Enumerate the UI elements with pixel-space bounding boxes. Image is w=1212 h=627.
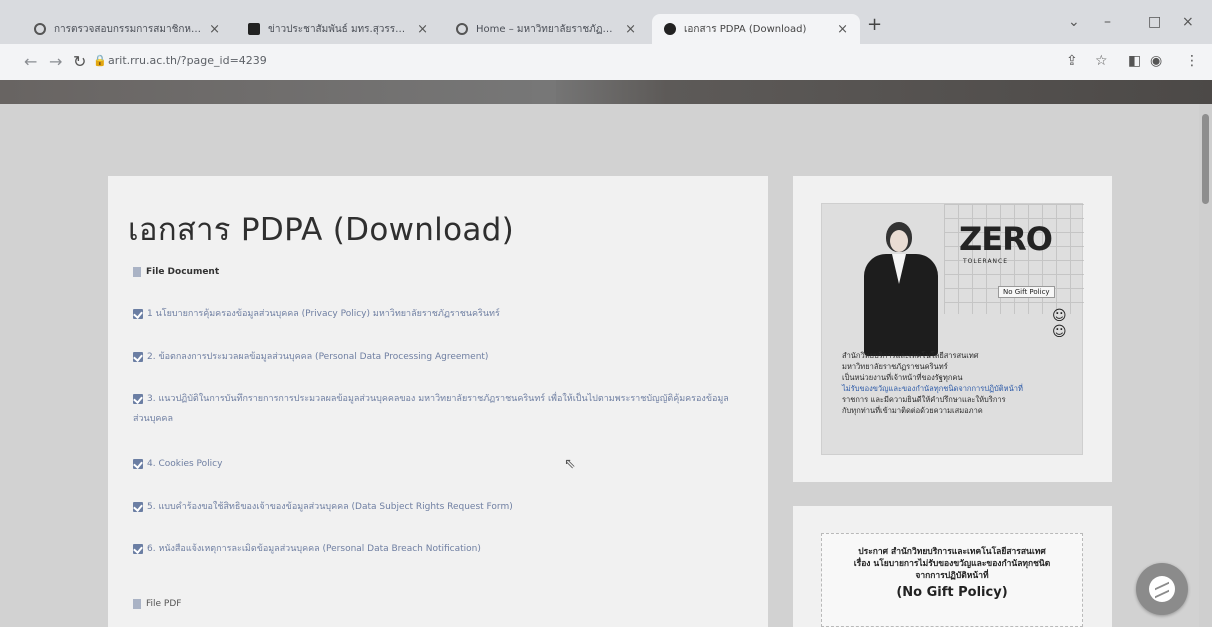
- checkbox-icon: [133, 501, 143, 512]
- tab-title: ข่าวประชาสัมพันธ์ มทร.สุวรรณภูมิ: [268, 23, 410, 35]
- lock-icon[interactable]: 🔒: [93, 54, 107, 67]
- address-bar[interactable]: arit.rru.ac.th/?page_id=4239: [108, 54, 267, 67]
- poster2-line2: เรื่อง นโยบายการไม่รับของขวัญและของกำนัล…: [853, 559, 1051, 569]
- download-link-1[interactable]: 1 นโยบายการคุ้มครองข้อมูลส่วนบุคคล (Priv…: [133, 304, 500, 324]
- tab-title: Home – มหาวิทยาลัยราชภัฏราชนครินทร์: [476, 23, 618, 35]
- no-gift-policy-poster[interactable]: ประกาศ สำนักวิทยบริการและเทคโนโลยีสารสนเ…: [821, 533, 1083, 627]
- download-link-4[interactable]: 4. Cookies Policy: [133, 454, 222, 474]
- no-gift-tag: No Gift Policy: [998, 286, 1055, 298]
- link-text[interactable]: 5. แบบคำร้องขอใช้สิทธิของเจ้าของข้อมูลส่…: [147, 502, 513, 512]
- poster2-line3: จากการปฏิบัติหน้าที่: [915, 571, 989, 581]
- close-icon[interactable]: ×: [625, 22, 636, 37]
- banner-divider: [532, 80, 556, 104]
- site-icon: [248, 23, 260, 35]
- tab-2[interactable]: ข่าวประชาสัมพันธ์ มทร.สุวรรณภูมิ ×: [236, 14, 440, 44]
- scrollbar-thumb[interactable]: [1202, 114, 1209, 204]
- reload-icon[interactable]: ↻: [73, 52, 86, 71]
- poster2-title: (No Gift Policy): [896, 585, 1008, 600]
- close-icon[interactable]: ×: [417, 22, 428, 37]
- pdf-icon: [133, 598, 141, 609]
- new-tab-icon[interactable]: +: [867, 14, 882, 35]
- link-text[interactable]: 3. แนวปฏิบัติในการบันทึกรายการการประมวลผ…: [133, 394, 729, 424]
- tab-bar: การตรวจสอบกรรมการสมาชิกหน่วย × ข่าวประชา…: [0, 8, 1212, 44]
- minimize-icon[interactable]: –: [1104, 14, 1111, 30]
- download-link-5[interactable]: 5. แบบคำร้องขอใช้สิทธิของเจ้าของข้อมูลส่…: [133, 497, 513, 517]
- poster-line: เป็นหน่วยงานที่เจ้าหน้าที่ของรัฐทุกคน: [842, 373, 963, 382]
- poster2-line1: ประกาศ สำนักวิทยบริการและเทคโนโลยีสารสนเ…: [858, 547, 1046, 557]
- poster-line: กับทุกท่านที่เข้ามาติดต่อด้วยความเสมอภาค: [842, 406, 983, 415]
- zero-logo: ZERO: [959, 220, 1053, 258]
- content-card: เอกสาร PDPA (Download) File Document 1 น…: [108, 176, 768, 627]
- section-heading-document: File Document: [133, 262, 219, 282]
- section-heading-pdf: File PDF: [133, 594, 181, 614]
- tab-title: การตรวจสอบกรรมการสมาชิกหน่วย: [54, 23, 202, 35]
- poster-line: ราชการ และมีความยินดีให้คำปรึกษาและให้บร…: [842, 395, 1006, 404]
- section-label: File PDF: [146, 599, 182, 609]
- poster-line: ไม่รับของขวัญและของกำนัลทุกชนิดจากการปฏิ…: [842, 384, 1023, 393]
- tab-search-icon[interactable]: ⌄: [1068, 14, 1080, 30]
- person-illustration: [858, 218, 944, 356]
- poster-line: สำนักวิทยบริการและเทคโนโลยีสารสนเทศ: [842, 351, 979, 360]
- profile-icon[interactable]: ◉: [1150, 53, 1162, 69]
- checkbox-icon: [133, 543, 143, 554]
- globe-icon: [34, 23, 46, 35]
- document-icon: [133, 266, 141, 277]
- zero-tolerance-poster[interactable]: ZERO TOLERANCE No Gift Policy ☺☺ สำนักวิ…: [821, 203, 1084, 455]
- page-title: เอกสาร PDPA (Download): [128, 212, 515, 248]
- link-text[interactable]: 6. หนังสือแจ้งเหตุการละเมิดข้อมูลส่วนบุค…: [147, 544, 481, 554]
- messenger-chat-icon[interactable]: [1136, 563, 1188, 615]
- header-banner: [0, 80, 1212, 104]
- link-text[interactable]: 2. ข้อตกลงการประมวลผลข้อมูลส่วนบุคคล (Pe…: [147, 352, 488, 362]
- mouse-cursor-icon: ⇖: [564, 456, 576, 472]
- section-label: File Document: [146, 267, 220, 277]
- toolbar: ← → ↻ 🔒 arit.rru.ac.th/?page_id=4239 ⇪ ☆…: [0, 44, 1212, 80]
- download-link-6[interactable]: 6. หนังสือแจ้งเหตุการละเมิดข้อมูลส่วนบุค…: [133, 539, 481, 559]
- tolerance-text: TOLERANCE: [963, 258, 1009, 265]
- tab-1[interactable]: การตรวจสอบกรรมการสมาชิกหน่วย ×: [22, 14, 232, 44]
- close-icon[interactable]: ×: [837, 22, 848, 37]
- checkbox-icon: [133, 458, 143, 469]
- share-icon[interactable]: ⇪: [1066, 53, 1078, 69]
- close-window-icon[interactable]: ×: [1182, 14, 1194, 30]
- smiley-icons: ☺☺: [1052, 308, 1068, 340]
- link-text[interactable]: 1 นโยบายการคุ้มครองข้อมูลส่วนบุคคล (Priv…: [147, 309, 500, 319]
- checkbox-icon: [133, 393, 143, 404]
- checkbox-icon: [133, 308, 143, 319]
- poster-description: สำนักวิทยบริการและเทคโนโลยีสารสนเทศ มหาว…: [842, 350, 1052, 416]
- sidebar-card-no-gift-policy: ประกาศ สำนักวิทยบริการและเทคโนโลยีสารสนเ…: [793, 506, 1112, 627]
- download-link-3[interactable]: 3. แนวปฏิบัติในการบันทึกรายการการประมวลผ…: [133, 389, 745, 429]
- bookmark-star-icon[interactable]: ☆: [1095, 53, 1108, 69]
- menu-icon[interactable]: ⋮: [1185, 53, 1199, 69]
- globe-icon: [456, 23, 468, 35]
- forward-icon[interactable]: →: [49, 52, 62, 71]
- download-link-2[interactable]: 2. ข้อตกลงการประมวลผลข้อมูลส่วนบุคคล (Pe…: [133, 347, 488, 367]
- maximize-icon[interactable]: □: [1148, 14, 1161, 30]
- tab-4-active[interactable]: เอกสาร PDPA (Download) ×: [652, 14, 860, 44]
- poster-line: มหาวิทยาลัยราชภัฏราชนครินทร์: [842, 362, 948, 371]
- close-icon[interactable]: ×: [209, 22, 220, 37]
- side-panel-icon[interactable]: ◧: [1128, 53, 1141, 69]
- link-text[interactable]: 4. Cookies Policy: [147, 459, 222, 469]
- checkbox-icon: [133, 351, 143, 362]
- tab-3[interactable]: Home – มหาวิทยาลัยราชภัฏราชนครินทร์ ×: [444, 14, 648, 44]
- tab-title: เอกสาร PDPA (Download): [684, 23, 807, 35]
- site-icon: [664, 23, 676, 35]
- back-icon[interactable]: ←: [24, 52, 37, 71]
- sidebar-card-zero-tolerance: ZERO TOLERANCE No Gift Policy ☺☺ สำนักวิ…: [793, 176, 1112, 482]
